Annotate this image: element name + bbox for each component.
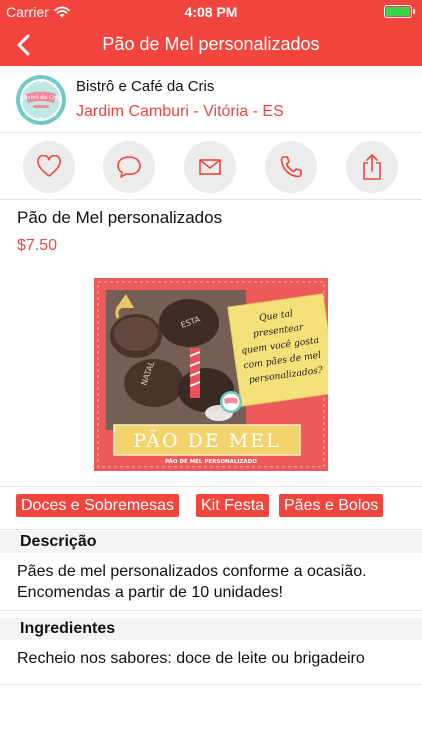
ingredients-heading: Ingredientes — [0, 618, 422, 640]
email-button[interactable] — [184, 141, 236, 193]
description-heading: Descrição — [0, 531, 422, 553]
action-bar — [0, 134, 422, 200]
tag-doces-e-sobremesas[interactable]: Doces e Sobremesas — [16, 494, 179, 517]
category-tags: Doces e Sobremesas Kit Festa Pães e Bolo… — [0, 486, 422, 530]
envelope-icon — [199, 159, 221, 175]
favorite-button[interactable] — [23, 141, 75, 193]
tag-paes-e-bolos[interactable]: Pães e Bolos — [279, 494, 384, 517]
page-title: Pão de Mel personalizados — [102, 34, 320, 54]
battery-icon — [384, 5, 415, 18]
heart-icon — [37, 155, 61, 177]
store-logo[interactable]: Bistrô da Cris — [16, 75, 66, 125]
ingredients-text: Recheio nos sabores: doce de leite ou br… — [17, 650, 365, 667]
share-icon — [363, 154, 381, 180]
sticky-note: Que tal presentear quem você gosta com p… — [227, 293, 338, 407]
description-text: Pães de mel personalizados conforme a oc… — [17, 563, 367, 601]
call-button[interactable] — [265, 141, 317, 193]
share-button[interactable] — [346, 141, 398, 193]
back-button[interactable] — [8, 30, 38, 60]
divider — [0, 684, 422, 685]
tag-kit-festa[interactable]: Kit Festa — [196, 494, 270, 517]
product-image[interactable]: ESTA NATAL Que tal presentear quem você … — [94, 278, 338, 471]
chevron-left-icon — [17, 34, 30, 56]
clock: 4:08 PM — [184, 4, 238, 20]
banner-text: PÃO DE MEL — [133, 430, 280, 452]
store-name[interactable]: Bistrô e Café da Cris — [76, 78, 214, 95]
divider — [0, 610, 422, 611]
status-bar: Carrier 4:08 PM — [0, 0, 422, 24]
store-location[interactable]: Jardim Camburi - Vitória - ES — [76, 103, 284, 121]
phone-icon — [280, 156, 302, 178]
chat-button[interactable] — [103, 141, 155, 193]
store-logo-text: Bistrô da Cris — [22, 94, 61, 101]
chat-bubble-icon — [117, 156, 141, 178]
navigation-bar: Pão de Mel personalizados — [0, 24, 422, 66]
banner-subtitle: PÃO DE MEL PERSONALIZADO — [165, 458, 257, 465]
product-price: $7.50 — [17, 237, 58, 254]
store-header[interactable]: Bistrô da Cris Bistrô e Café da Cris Jar… — [0, 66, 422, 133]
product-title: Pão de Mel personalizados — [17, 208, 223, 227]
brand-badge — [220, 391, 242, 413]
